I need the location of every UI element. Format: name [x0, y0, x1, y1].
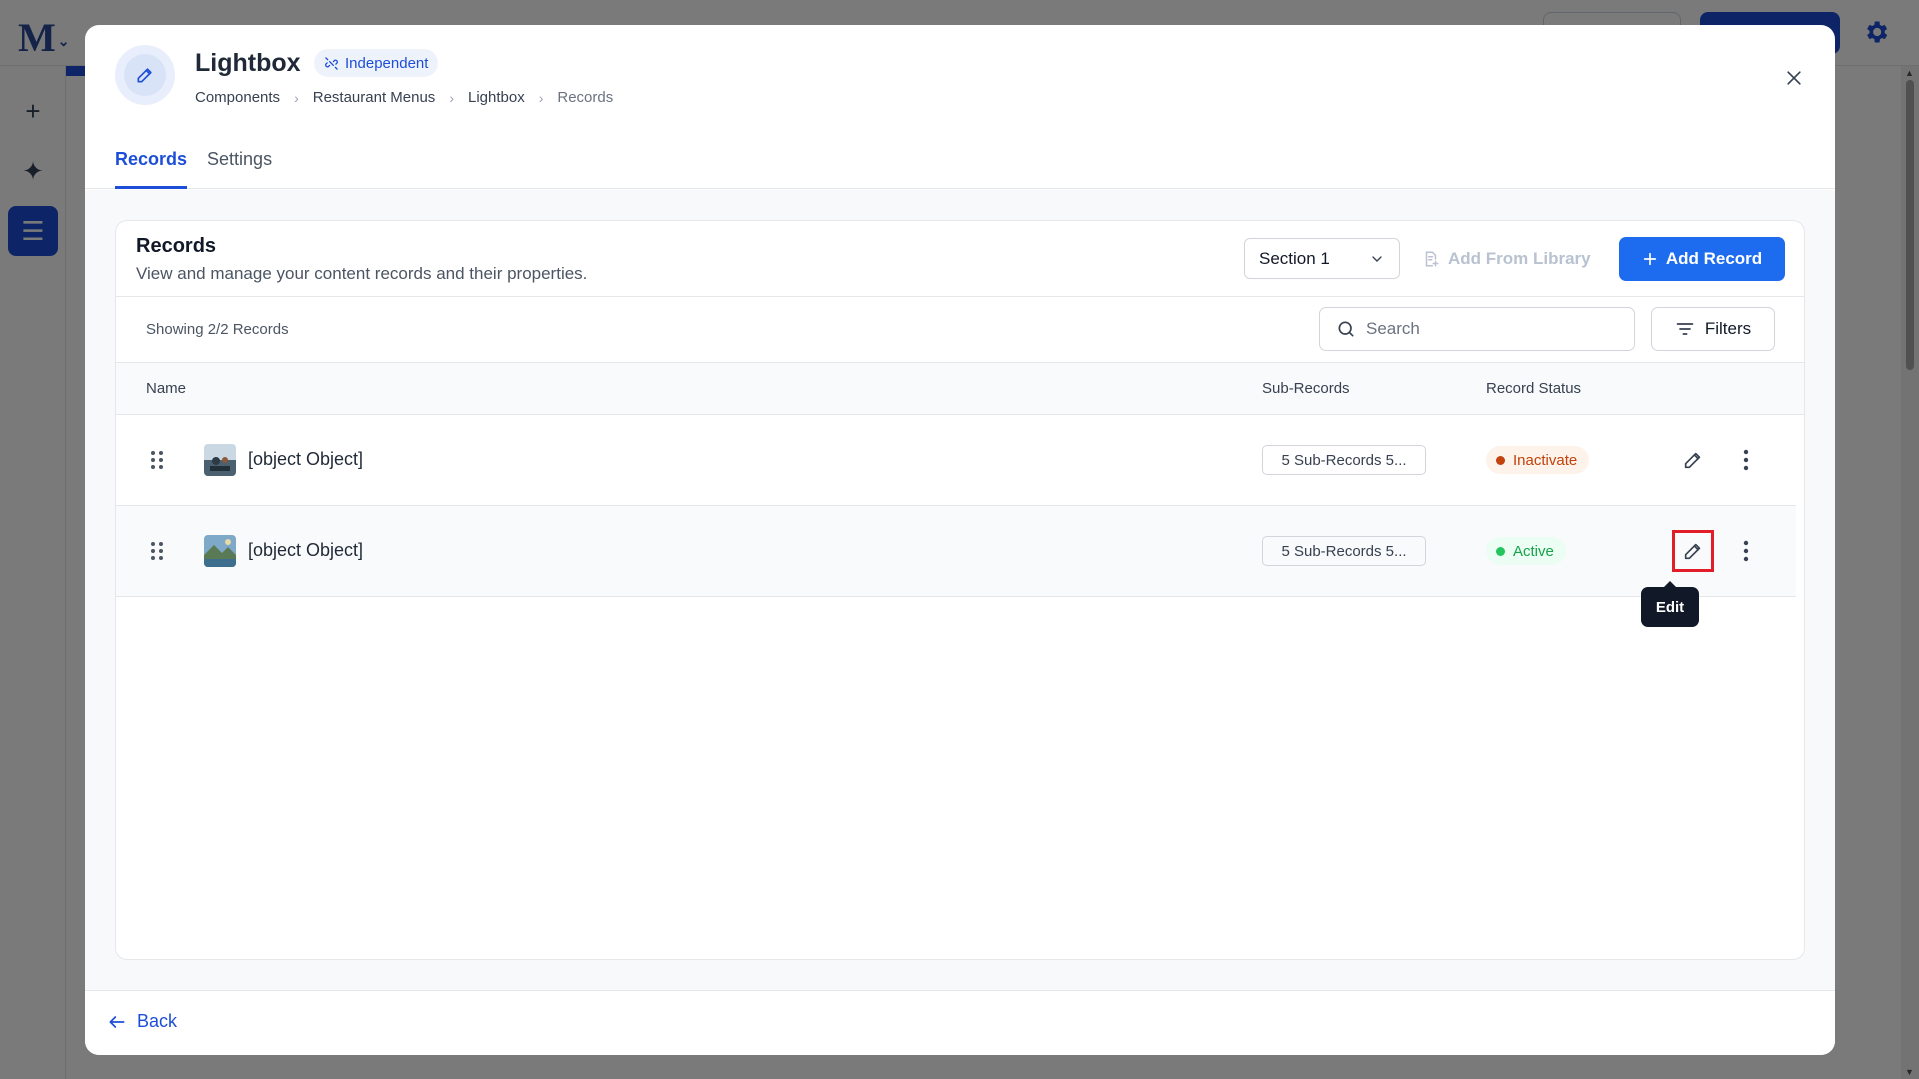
more-vertical-icon — [1743, 449, 1749, 471]
breadcrumb-restaurant-menus[interactable]: Restaurant Menus — [313, 89, 436, 106]
records-title: Records — [136, 235, 217, 257]
close-icon — [1787, 71, 1801, 85]
unlink-icon — [325, 56, 338, 70]
records-subtitle: View and manage your content records and… — [136, 264, 588, 283]
tab-settings[interactable]: Settings — [207, 149, 272, 189]
status-label: Inactivate — [1513, 451, 1578, 469]
sub-records-chip[interactable]: 5 Sub-Records 5... — [1262, 445, 1426, 475]
modal-body: Records View and manage your content rec… — [85, 190, 1835, 990]
showing-count: Showing 2/2 Records — [146, 321, 289, 338]
column-name: Name — [146, 380, 187, 397]
status-badge: Active — [1486, 537, 1566, 565]
modal-tabs: Records Settings — [115, 149, 272, 189]
breadcrumb-lightbox[interactable]: Lightbox — [468, 89, 525, 106]
more-options-button[interactable] — [1736, 534, 1756, 568]
modal-header: Lightbox Independent Components › Restau… — [85, 25, 1835, 189]
search-input[interactable] — [1366, 319, 1606, 339]
chevron-down-icon — [1372, 255, 1382, 262]
title-icon-circle — [115, 45, 175, 105]
search-icon — [1338, 321, 1354, 337]
pencil-icon — [1684, 452, 1701, 469]
record-name[interactable]: [object Object] — [248, 540, 363, 561]
column-record-status: Record Status — [1486, 380, 1582, 397]
table-header: Name Sub-Records Record Status — [116, 363, 1804, 415]
search-box[interactable] — [1319, 307, 1635, 351]
plus-icon — [1643, 252, 1656, 266]
more-options-button[interactable] — [1736, 443, 1756, 477]
close-button[interactable] — [1779, 63, 1809, 93]
edit-tooltip: Edit — [1641, 581, 1699, 627]
table-row[interactable]: [object Object] 5 Sub-Records 5... Activ… — [116, 506, 1796, 597]
back-button[interactable]: Back — [107, 1011, 177, 1032]
section-select-value: Section 1 — [1259, 248, 1330, 268]
records-modal: Lightbox Independent Components › Restau… — [85, 25, 1835, 1055]
record-thumbnail-image — [204, 444, 236, 476]
back-label: Back — [137, 1011, 178, 1031]
edit-button[interactable] — [1672, 439, 1714, 481]
breadcrumb: Components › Restaurant Menus › Lightbox… — [195, 89, 613, 106]
add-record-button[interactable]: Add Record — [1619, 237, 1785, 281]
status-badge: Inactivate — [1486, 446, 1590, 474]
chevron-right-icon: › — [538, 89, 544, 106]
drag-handle-icon[interactable] — [150, 541, 164, 561]
status-dot — [1496, 455, 1505, 465]
filters-label: Filters — [1704, 319, 1752, 338]
modal-footer: Back — [85, 990, 1835, 1055]
add-record-label: Add Record — [1665, 249, 1763, 268]
status-label: Active — [1513, 542, 1554, 560]
record-name[interactable]: [object Object] — [248, 449, 363, 470]
table-row[interactable]: [object Object] 5 Sub-Records 5... Inact… — [116, 415, 1796, 506]
add-from-library-label: Add From Library — [1448, 248, 1591, 268]
sub-records-chip[interactable]: 5 Sub-Records 5... — [1262, 536, 1426, 566]
add-from-library-button[interactable]: Add From Library — [1422, 238, 1591, 279]
modal-title: Lightbox — [195, 49, 301, 77]
record-thumbnail-image — [204, 535, 236, 567]
document-add-icon — [1425, 251, 1439, 266]
arrow-left-icon — [109, 1015, 125, 1028]
records-card-header: Records View and manage your content rec… — [116, 221, 1804, 297]
chevron-right-icon: › — [449, 89, 454, 106]
records-toolbar: Showing 2/2 Records Filters — [116, 297, 1804, 363]
more-vertical-icon — [1743, 540, 1749, 562]
badge-label: Independent — [345, 54, 429, 72]
breadcrumb-components[interactable]: Components — [195, 89, 280, 106]
drag-handle-icon[interactable] — [150, 450, 164, 470]
breadcrumb-records: Records — [557, 89, 614, 106]
column-sub-records: Sub-Records — [1262, 380, 1350, 397]
pencil-icon — [137, 68, 152, 83]
section-select[interactable]: Section 1 — [1244, 238, 1400, 279]
pencil-icon — [1684, 543, 1701, 560]
status-dot — [1496, 546, 1505, 556]
tab-records[interactable]: Records — [115, 149, 188, 189]
independent-badge: Independent — [314, 49, 439, 77]
filter-icon — [1676, 323, 1694, 335]
filters-button[interactable]: Filters — [1651, 307, 1775, 351]
records-card: Records View and manage your content rec… — [115, 220, 1805, 960]
edit-button[interactable] — [1672, 530, 1714, 572]
chevron-right-icon: › — [294, 89, 299, 106]
